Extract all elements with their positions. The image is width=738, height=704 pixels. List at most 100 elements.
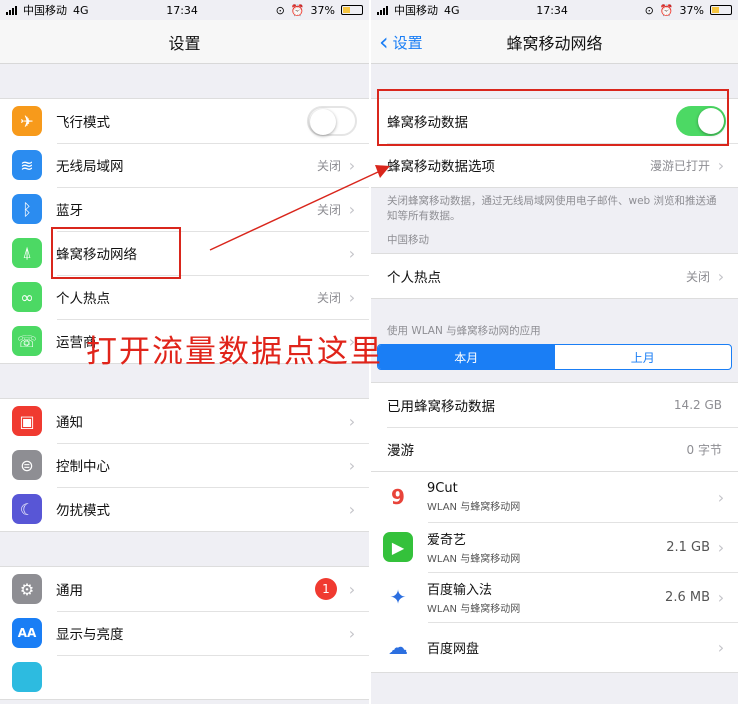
settings-item-notifications[interactable]: ▣ 通知 › [0,399,369,443]
settings-item-control-center[interactable]: ⊜ 控制中心 › [0,443,369,487]
settings-item-label: 通知 [56,415,83,431]
location-icon: ⊙ [644,3,654,17]
chevron-right-icon: › [717,537,725,557]
page-title: 设置 [168,33,201,53]
roaming-value: 0 字节 [686,442,722,457]
usage-summary-group: 已用蜂窝移动数据 14.2 GB 漫游 0 字节 [371,382,738,472]
roaming-label: 漫游 [387,443,414,459]
gear-icon: ⚙ [12,574,42,604]
settings-item-label: 通用 [56,583,83,599]
cellular-data-options-value: 漫游已打开 [649,158,710,173]
back-button[interactable]: ‹ 设置 [379,20,423,64]
settings-item-label: 控制中心 [56,459,110,475]
app-row-iqiyi[interactable]: ▶ 爱奇艺 WLAN 与蜂窝移动网 2.1 GB › [371,522,738,572]
signal-icon [6,5,17,15]
wifi-icon: ≋ [12,150,42,180]
settings-item-wifi[interactable]: ≋ 无线局域网 关闭 › [0,143,369,187]
hotspot-group: 个人热点 关闭 › [371,253,738,299]
settings-item-airplane-mode[interactable]: ✈ 飞行模式 [0,99,369,143]
settings-group-notifications: ▣ 通知 › ⊜ 控制中心 › ☾ 勿扰模式 › [0,398,369,532]
settings-item-label: 显示与亮度 [56,627,124,643]
cellular-data-footer: 关闭蜂窝移动数据，通过无线局域网使用电子邮件、web 浏览和推送通知等所有数据。 [387,195,717,222]
app-name: 爱奇艺 [427,533,467,548]
chevron-right-icon: › [717,587,725,607]
settings-item-display[interactable]: AA 显示与亮度 › [0,611,369,655]
settings-item-general[interactable]: ⚙ 通用 1 › [0,567,369,611]
baidu-input-app-icon: ✦ [383,582,413,612]
highlight-box-cellular-data [377,89,729,146]
tab-current-month[interactable]: 本月 [378,345,555,369]
baidu-pan-app-icon: ☁ [383,632,413,662]
settings-item-do-not-disturb[interactable]: ☾ 勿扰模式 › [0,487,369,531]
carrier-section-header: 中国移动 [387,234,429,246]
period-segmented-control: 本月 上月 [377,344,732,370]
chevron-right-icon: › [348,499,356,519]
nav-bar: 设置 [0,20,369,64]
hotspot-icon: ∞ [12,282,42,312]
carrier-label: 中国移动 [394,4,438,17]
signal-icon [377,5,388,15]
chevron-right-icon: › [348,287,356,307]
app-usage-list: 9 9Cut WLAN 与蜂窝移动网 › ▶ 爱奇艺 WLAN 与蜂窝移动网 2.1… [371,472,738,673]
app-data-size: 2.6 MB [665,589,710,605]
app-name: 9Cut [427,481,458,496]
chevron-right-icon: › [717,487,725,507]
data-used-row: 已用蜂窝移动数据 14.2 GB [371,383,738,427]
alarm-icon: ⏰ [290,3,305,17]
nav-bar: ‹ 设置 蜂窝移动网络 [371,20,738,64]
hotspot-label: 个人热点 [387,270,441,286]
settings-item-wallpaper[interactable] [0,655,369,699]
alarm-icon: ⏰ [659,3,674,17]
phone-icon: ☏ [12,326,42,356]
tab-last-month[interactable]: 上月 [555,345,732,369]
settings-item-label: 勿扰模式 [56,503,110,519]
clock: 17:34 [536,3,568,17]
notifications-icon: ▣ [12,406,42,436]
location-icon: ⊙ [275,3,285,17]
chevron-right-icon: › [348,623,356,643]
data-used-value: 14.2 GB [673,398,722,412]
settings-item-label: 无线局域网 [56,159,124,175]
data-used-label: 已用蜂窝移动数据 [387,399,495,415]
carrier-label: 中国移动 [23,4,67,17]
chevron-right-icon: › [348,411,356,431]
roaming-row: 漫游 0 字节 [371,427,738,471]
status-bar: 中国移动 4G 17:34 ⊙ ⏰ 37% [0,0,369,20]
chevron-right-icon: › [348,199,356,219]
settings-item-value: 关闭 [316,290,341,305]
hotspot-row[interactable]: 个人热点 关闭 › [371,254,738,298]
settings-item-hotspot[interactable]: ∞ 个人热点 关闭 › [0,275,369,319]
network-label: 4G [73,3,89,17]
settings-item-label: 飞行模式 [56,115,110,131]
app-row-baidu-pan[interactable]: ☁ 百度网盘 › [371,622,738,672]
chevron-right-icon: › [717,637,725,657]
settings-item-value: 关闭 [316,158,341,173]
app-row-baidu-input[interactable]: ✦ 百度输入法 WLAN 与蜂窝移动网 2.6 MB › [371,572,738,622]
cellular-icon: ⍋ [12,238,42,268]
wallpaper-icon [12,662,42,692]
app-network: WLAN 与蜂窝移动网 [427,554,521,565]
control-center-icon: ⊜ [12,450,42,480]
settings-item-value: 关闭 [316,202,341,217]
ninecut-app-icon: 9 [383,482,413,512]
battery-icon [709,5,732,15]
chevron-right-icon: › [348,243,356,263]
cellular-data-options-label: 蜂窝移动数据选项 [387,159,495,175]
app-data-size: 2.1 GB [666,539,710,555]
settings-group-general: ⚙ 通用 1 › AA 显示与亮度 › [0,566,369,700]
app-row-9cut[interactable]: 9 9Cut WLAN 与蜂窝移动网 › [371,472,738,522]
cellular-data-options-row[interactable]: 蜂窝移动数据选项 漫游已打开 › [371,143,738,187]
battery-percent: 37% [310,3,335,17]
highlight-box-cellular [51,227,181,279]
chevron-right-icon: › [348,579,356,599]
airplane-mode-toggle[interactable] [307,106,357,136]
chevron-right-icon: › [348,155,356,175]
app-name: 百度输入法 [427,583,493,598]
notification-badge: 1 [315,578,337,600]
page-title: 蜂窝移动网络 [506,33,603,53]
chevron-left-icon: ‹ [379,28,389,56]
settings-item-label: 个人热点 [56,291,110,307]
settings-item-label: 蓝牙 [56,203,83,219]
settings-item-bluetooth[interactable]: ᛒ 蓝牙 关闭 › [0,187,369,231]
battery-percent: 37% [679,3,704,17]
